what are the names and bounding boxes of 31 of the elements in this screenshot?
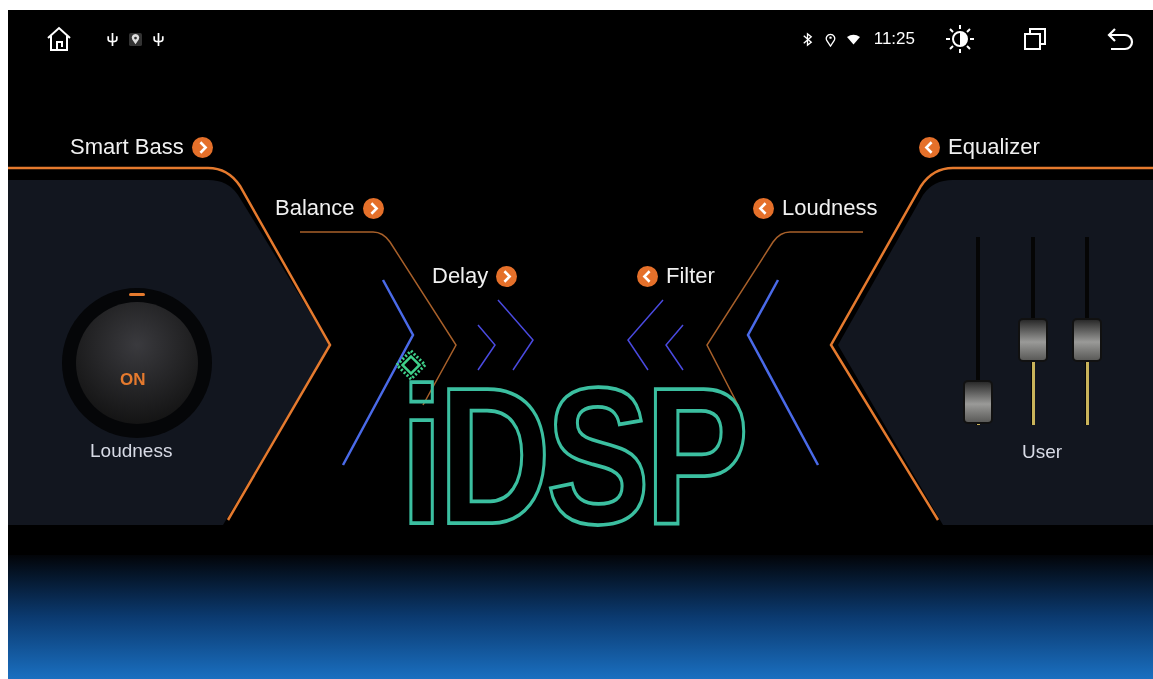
recent-apps-icon[interactable] (1023, 27, 1047, 51)
chevron-right-icon[interactable] (191, 136, 213, 158)
back-icon[interactable] (1107, 27, 1135, 51)
slider-thumb[interactable] (963, 380, 993, 425)
panel-label: Loudness (90, 440, 173, 462)
brightness-icon[interactable] (945, 24, 975, 54)
usb-icon (152, 31, 165, 47)
slider-thumb[interactable] (1018, 318, 1048, 363)
location-pin-icon (129, 31, 142, 47)
menu-item-label[interactable]: Smart Bass (70, 134, 184, 160)
chevron-line (627, 299, 684, 371)
chevron-line (477, 299, 534, 371)
clock-time: 11:25 (873, 29, 915, 49)
switch-state-text: ON (120, 370, 146, 390)
slider-thumb[interactable] (1072, 318, 1102, 363)
chevron-left-icon[interactable] (637, 265, 658, 287)
usb-icon (106, 31, 119, 47)
menu-item-label[interactable]: Filter (666, 263, 715, 289)
chip-icon (394, 348, 428, 382)
chevron-left-icon[interactable] (919, 136, 940, 158)
location-icon (823, 31, 837, 47)
chevron-right-icon[interactable] (496, 265, 518, 287)
chevron-left-icon[interactable] (753, 197, 774, 219)
menu-item-label[interactable]: Equalizer (948, 134, 1040, 160)
dsp-logo: iDSP (400, 382, 745, 530)
panel-label: User (1022, 441, 1063, 463)
chevron-right-icon[interactable] (362, 197, 384, 219)
menu-item-label[interactable]: Delay (432, 263, 489, 289)
menu-item-label[interactable]: Loudness (782, 195, 878, 221)
home-icon[interactable] (46, 26, 72, 52)
menu-item-label[interactable]: Balance (275, 195, 355, 221)
